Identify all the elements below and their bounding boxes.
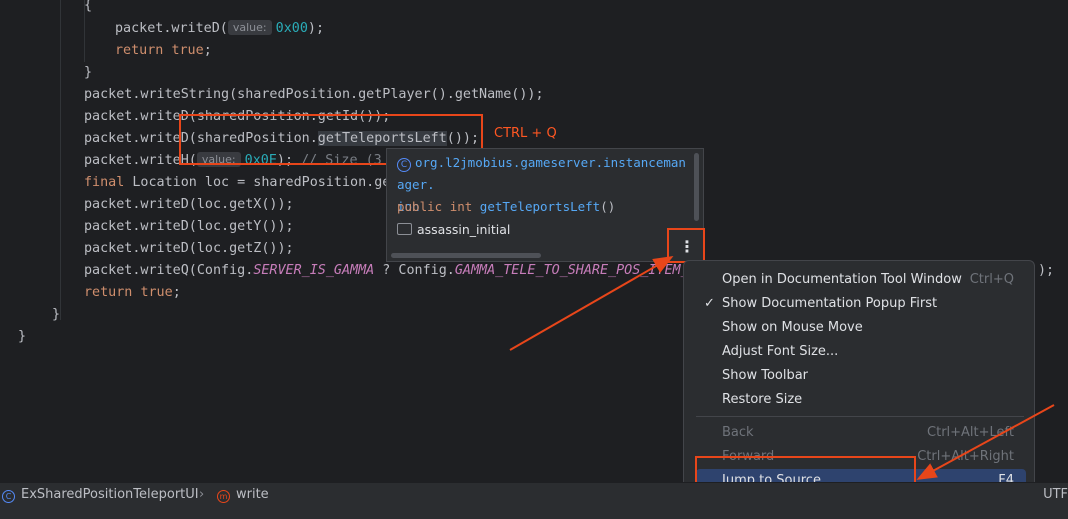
code-text: packet.writeD(: [115, 21, 228, 36]
code-line: }: [18, 326, 26, 348]
class-icon: C: [397, 158, 411, 172]
menu-item-show-on-mouse-move[interactable]: Show on Mouse Move: [696, 316, 1026, 340]
code-text: ;: [172, 285, 181, 300]
breadcrumb-method-name: write: [236, 487, 269, 502]
keyword: return: [84, 285, 133, 300]
code-text: packet.writeQ(Config.: [84, 263, 254, 278]
breadcrumb-method[interactable]: m write: [217, 483, 269, 507]
code-text: );: [1038, 263, 1055, 278]
menu-item-label: Restore Size: [722, 392, 803, 407]
indent-guide: [60, 0, 61, 320]
doc-signature: public int getTeleportsLeft(): [397, 197, 615, 217]
annotation-shortcut-label: CTRL + Q: [494, 126, 557, 141]
code-line: packet.writeD(value: 0x00);: [115, 18, 324, 40]
method-icon: m: [217, 490, 230, 503]
module-folder-icon: [397, 223, 412, 235]
code-text: packet.writeString(sharedPosition.getPla…: [84, 87, 544, 102]
breadcrumb-class-name: ExSharedPositionTeleportUI: [21, 487, 199, 502]
method-name: getTeleportsLeft: [479, 199, 601, 214]
menu-item-label: Back: [722, 425, 754, 440]
code-text: (): [600, 199, 616, 214]
menu-item-label: Show on Mouse Move: [722, 320, 863, 335]
code-line: {: [84, 0, 92, 17]
code-line: packet.writeD(loc.getY());: [84, 216, 294, 238]
menu-item-label: Open in Documentation Tool Window: [722, 272, 962, 287]
doc-module: assassin_initial: [397, 221, 510, 239]
code-line: packet.writeString(sharedPosition.getPla…: [84, 84, 544, 106]
documentation-popup[interactable]: Corg.l2jmobius.gameserver.instancemanage…: [386, 148, 704, 262]
doc-path-text[interactable]: org.l2jmobius.gameserver.instancemanager…: [397, 155, 686, 192]
menu-item-label: Show Toolbar: [722, 368, 809, 383]
keyword: return: [115, 43, 164, 58]
code-tail: );: [1038, 260, 1054, 282]
number-literal: 0x00: [275, 21, 308, 36]
constant: SERVER_IS_GAMMA: [253, 263, 375, 278]
code-line: packet.writeD(loc.getZ());: [84, 238, 294, 260]
menu-item-label: Adjust Font Size...: [722, 344, 839, 359]
menu-separator: [696, 416, 1024, 417]
parameter-hint: value:: [227, 20, 272, 35]
keyword: true: [171, 43, 204, 58]
class-icon: C: [2, 490, 15, 503]
menu-item-show-doc-popup-first[interactable]: ✓ Show Documentation Popup First: [696, 292, 1026, 316]
code-text: Location loc = sharedPosition.ge: [124, 175, 391, 190]
menu-item-adjust-font-size[interactable]: Adjust Font Size...: [696, 340, 1026, 364]
code-line: }: [52, 304, 60, 326]
constant: GAMMA_TELE_TO_SHARE_POS_ITEM_: [454, 263, 689, 278]
menu-item-shortcut: Ctrl+Alt+Right: [917, 449, 1014, 464]
code-line: packet.writeQ(Config.SERVER_IS_GAMMA ? C…: [84, 260, 689, 282]
keyword: true: [140, 285, 173, 300]
annotation-box-more: [667, 228, 705, 263]
breadcrumb-class[interactable]: C ExSharedPositionTeleportUI: [2, 483, 199, 507]
keyword: int: [449, 199, 473, 214]
code-text: );: [307, 21, 325, 36]
keyword: public: [397, 199, 443, 214]
menu-item-shortcut: Ctrl+Alt+Left: [927, 425, 1014, 440]
vertical-scrollbar[interactable]: [694, 153, 699, 221]
brace: }: [84, 65, 93, 80]
breadcrumb-bar: C ExSharedPositionTeleportUI › m write UTF: [0, 482, 1068, 519]
keyword: final: [84, 175, 125, 190]
checkmark-icon: ✓: [704, 296, 715, 311]
chevron-right-icon: ›: [199, 487, 205, 502]
file-encoding[interactable]: UTF: [1043, 483, 1068, 507]
module-name: assassin_initial: [417, 222, 511, 237]
brace: }: [18, 329, 27, 344]
code-text: packet.writeD(loc.getY());: [84, 219, 294, 234]
code-text: ;: [203, 43, 212, 58]
menu-item-shortcut: Ctrl+Q: [969, 272, 1014, 287]
code-line: return true;: [84, 282, 181, 304]
code-text: packet.writeD(loc.getZ());: [84, 241, 294, 256]
code-text: packet.writeD(loc.getX());: [84, 197, 294, 212]
code-line: return true;: [115, 40, 212, 62]
brace: {: [84, 0, 93, 13]
horizontal-scrollbar[interactable]: [391, 253, 541, 258]
brace: }: [52, 307, 61, 322]
menu-item-restore-size[interactable]: Restore Size: [696, 388, 1026, 412]
code-line: packet.writeD(loc.getX());: [84, 194, 294, 216]
code-line: }: [84, 62, 92, 84]
menu-item-back[interactable]: Back Ctrl+Alt+Left: [696, 421, 1026, 445]
menu-item-label: Show Documentation Popup First: [722, 296, 938, 311]
menu-item-open-in-doc-tool-window[interactable]: Open in Documentation Tool Window Ctrl+Q: [696, 268, 1026, 292]
code-text: ? Config.: [374, 263, 455, 278]
code-line: final Location loc = sharedPosition.ge: [84, 172, 390, 194]
menu-item-show-toolbar[interactable]: Show Toolbar: [696, 364, 1026, 388]
